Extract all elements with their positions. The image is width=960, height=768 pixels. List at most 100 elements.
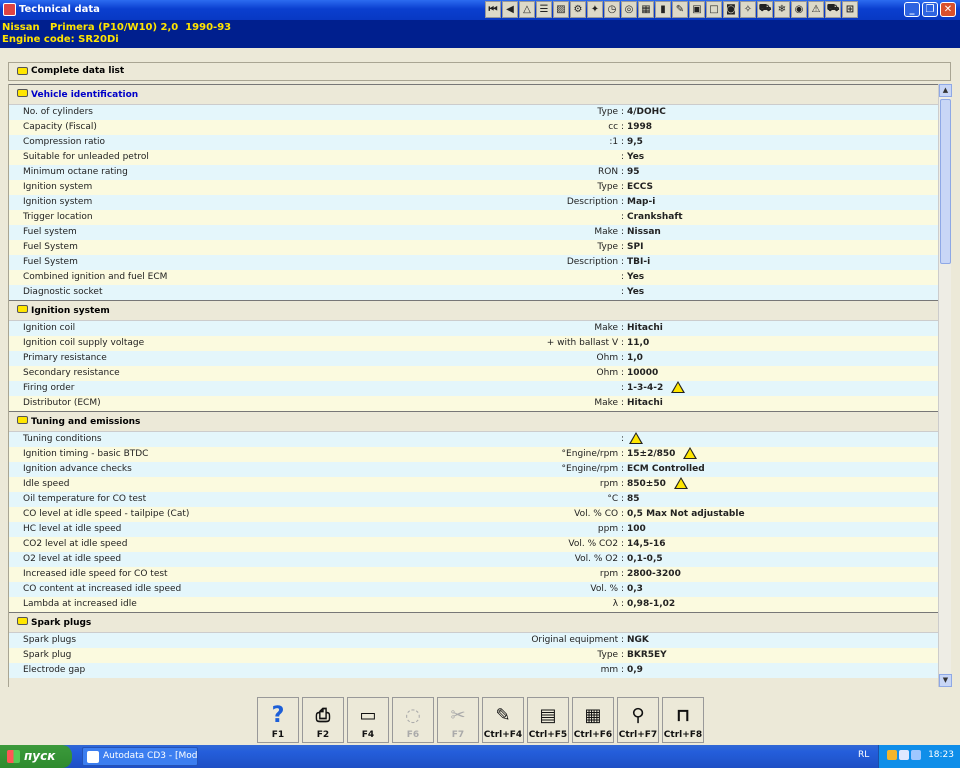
- warning-icon[interactable]: [629, 431, 643, 444]
- row-unit: Ohm :: [596, 368, 624, 378]
- graph-toolbar-icon[interactable]: ▨: [553, 1, 569, 18]
- data-row: Minimum octane rating RON :95: [9, 165, 938, 180]
- engine-toolbar-icon[interactable]: ⚙: [570, 1, 586, 18]
- warning-icon[interactable]: [671, 380, 686, 393]
- section-header[interactable]: Ignition system: [9, 300, 938, 321]
- row-value: ECCS: [627, 180, 653, 195]
- row-value: 1-3-4-2: [627, 380, 686, 396]
- engine-code: Engine code: SR20Di: [2, 34, 119, 45]
- row-label: Ignition advance checks: [23, 464, 132, 474]
- vehicle-toolbar-icon[interactable]: ⛟: [825, 1, 841, 18]
- export-toolbar-icon[interactable]: ⊞: [842, 1, 858, 18]
- row-value-text: SPI: [627, 242, 644, 252]
- row-label: CO content at increased idle speed: [23, 584, 182, 594]
- language-indicator[interactable]: RL: [858, 750, 869, 760]
- section-bullet-icon: [17, 617, 28, 625]
- row-value: BKR5EY: [627, 648, 667, 663]
- fkey-ctrl-f6[interactable]: ▦ Ctrl+F6: [572, 697, 614, 743]
- row-value: 100: [627, 522, 646, 537]
- row-value-text: 4/DOHC: [627, 107, 666, 117]
- warning-icon[interactable]: [683, 446, 698, 459]
- scroll-thumb[interactable]: [940, 99, 951, 264]
- fkey-f2[interactable]: ⎙ F2: [302, 697, 344, 743]
- belt-toolbar-icon[interactable]: ◉: [791, 1, 807, 18]
- row-unit: Type :: [597, 107, 624, 117]
- row-value: Hitachi: [627, 396, 663, 411]
- row-unit: :: [620, 287, 624, 297]
- wrench-toolbar-icon[interactable]: ✦: [587, 1, 603, 18]
- start-button[interactable]: пуск: [0, 745, 72, 768]
- fkey-label: Ctrl+F5: [528, 730, 568, 740]
- battery-toolbar-icon[interactable]: ▮: [655, 1, 671, 18]
- warning-icon[interactable]: [673, 476, 688, 489]
- row-label: O2 level at idle speed: [23, 554, 122, 564]
- fkey-f4[interactable]: ▭ F4: [347, 697, 389, 743]
- warning-toolbar-icon[interactable]: △: [519, 1, 535, 18]
- row-unit: mm :: [600, 665, 624, 675]
- row-unit: Type :: [597, 650, 624, 660]
- tray-app-icon[interactable]: [887, 750, 897, 760]
- row-unit: °Engine/rpm :: [561, 464, 624, 474]
- section-header[interactable]: Vehicle identification: [9, 84, 938, 105]
- fkey-ctrl-f5[interactable]: ▤ Ctrl+F5: [527, 697, 569, 743]
- blank-toolbar-icon[interactable]: □: [706, 1, 722, 18]
- data-row: Fuel System Description : TBI-i: [9, 255, 938, 270]
- section-title: Ignition system: [31, 306, 110, 316]
- clock-toolbar-icon[interactable]: ◷: [604, 1, 620, 18]
- list-toolbar-icon[interactable]: ☰: [536, 1, 552, 18]
- clock: 18:23: [928, 750, 954, 760]
- fkey-label: Ctrl+F4: [483, 730, 523, 740]
- row-value-text: 95: [627, 167, 640, 177]
- row-value-text: BKR5EY: [627, 650, 667, 660]
- camera-toolbar-icon[interactable]: ◙: [723, 1, 739, 18]
- row-unit: Make :: [594, 227, 624, 237]
- fkey-label: F7: [451, 730, 465, 740]
- row-label: Spark plugs: [23, 635, 77, 645]
- taskbar-app-button[interactable]: Autodata CD3 - [Mod...: [82, 747, 198, 766]
- maximize-icon[interactable]: ❐: [922, 2, 938, 17]
- gauge-toolbar-icon[interactable]: ◎: [621, 1, 637, 18]
- data-row: Spark plug Type : BKR5EY: [9, 648, 938, 663]
- row-label: Minimum octane rating: [23, 167, 128, 177]
- fkey-f1[interactable]: ? F1: [257, 697, 299, 743]
- fkey-ctrl-f7[interactable]: ⚲ Ctrl+F7: [617, 697, 659, 743]
- section-header[interactable]: Tuning and emissions: [9, 411, 938, 432]
- tools-toolbar-icon[interactable]: ✧: [740, 1, 756, 18]
- autodata-icon: [87, 751, 99, 763]
- data-row: No. of cylinders Type :4/DOHC: [9, 105, 938, 120]
- close-icon[interactable]: ✕: [940, 2, 956, 17]
- ac-toolbar-icon[interactable]: ❄: [774, 1, 790, 18]
- row-value-text: 85: [627, 494, 640, 504]
- alert-toolbar-icon[interactable]: ⚠: [808, 1, 824, 18]
- row-unit: :: [620, 434, 624, 444]
- fkey-ctrl-f4[interactable]: ✎ Ctrl+F4: [482, 697, 524, 743]
- brush-toolbar-icon[interactable]: ✎: [672, 1, 688, 18]
- row-label: Idle speed: [23, 479, 70, 489]
- previous-icon[interactable]: ◀: [502, 1, 518, 18]
- data-row: Ignition advance checks °Engine/rpm : ECM …: [9, 462, 938, 477]
- car-toolbar-icon[interactable]: ⛟: [757, 1, 773, 18]
- fkey-label: Ctrl+F6: [573, 730, 613, 740]
- row-unit: ppm :: [597, 524, 624, 534]
- row-value: Nissan: [627, 225, 661, 240]
- scroll-up-icon[interactable]: ▲: [939, 84, 952, 97]
- minimize-icon[interactable]: _: [904, 2, 920, 17]
- parts-toolbar-icon[interactable]: ▣: [689, 1, 705, 18]
- vertical-scrollbar[interactable]: ▲ ▼: [938, 84, 952, 687]
- row-value: Hitachi: [627, 321, 663, 336]
- row-label: Spark plug: [23, 650, 72, 660]
- row-value-text: ECCS: [627, 182, 654, 192]
- scroll-down-icon[interactable]: ▼: [939, 674, 952, 687]
- table-toolbar-icon[interactable]: ▦: [638, 1, 654, 18]
- tray-network-icon[interactable]: [899, 750, 909, 760]
- fkey-ctrl-f8[interactable]: ⊓ Ctrl+F8: [662, 697, 704, 743]
- tray-volume-icon[interactable]: [911, 750, 921, 760]
- data-row: Fuel system Make : Nissan: [9, 225, 938, 240]
- section-header[interactable]: Spark plugs: [9, 612, 938, 633]
- first-record-icon[interactable]: ⏮: [485, 1, 501, 18]
- complete-data-list-button[interactable]: Complete data list: [8, 62, 951, 81]
- tool-icon: ✂: [450, 704, 466, 726]
- row-value-text: Hitachi: [627, 323, 663, 333]
- data-row: Oil temperature for CO test °C :85: [9, 492, 938, 507]
- row-unit: Vol. % CO :: [574, 509, 624, 519]
